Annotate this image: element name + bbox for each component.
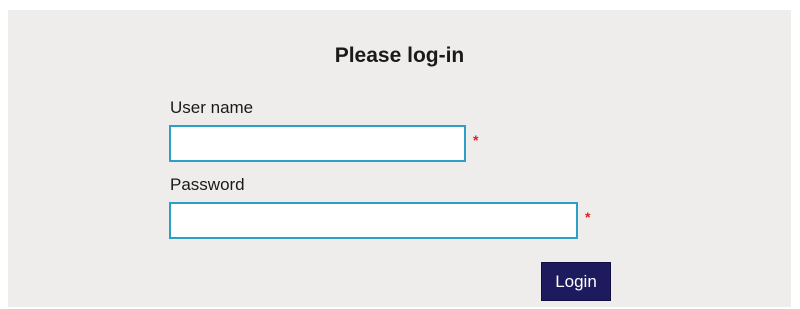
password-required-marker: * [585,209,591,225]
username-label: User name [170,98,254,117]
username-required-marker: * [473,132,479,148]
login-button[interactable]: Login [541,262,611,301]
page-title: Please log-in [334,44,465,67]
password-label: Password [170,175,245,194]
username-field[interactable] [169,125,466,162]
password-field[interactable] [169,202,578,239]
login-panel: Please log-in User name * Password * Log… [8,10,791,307]
